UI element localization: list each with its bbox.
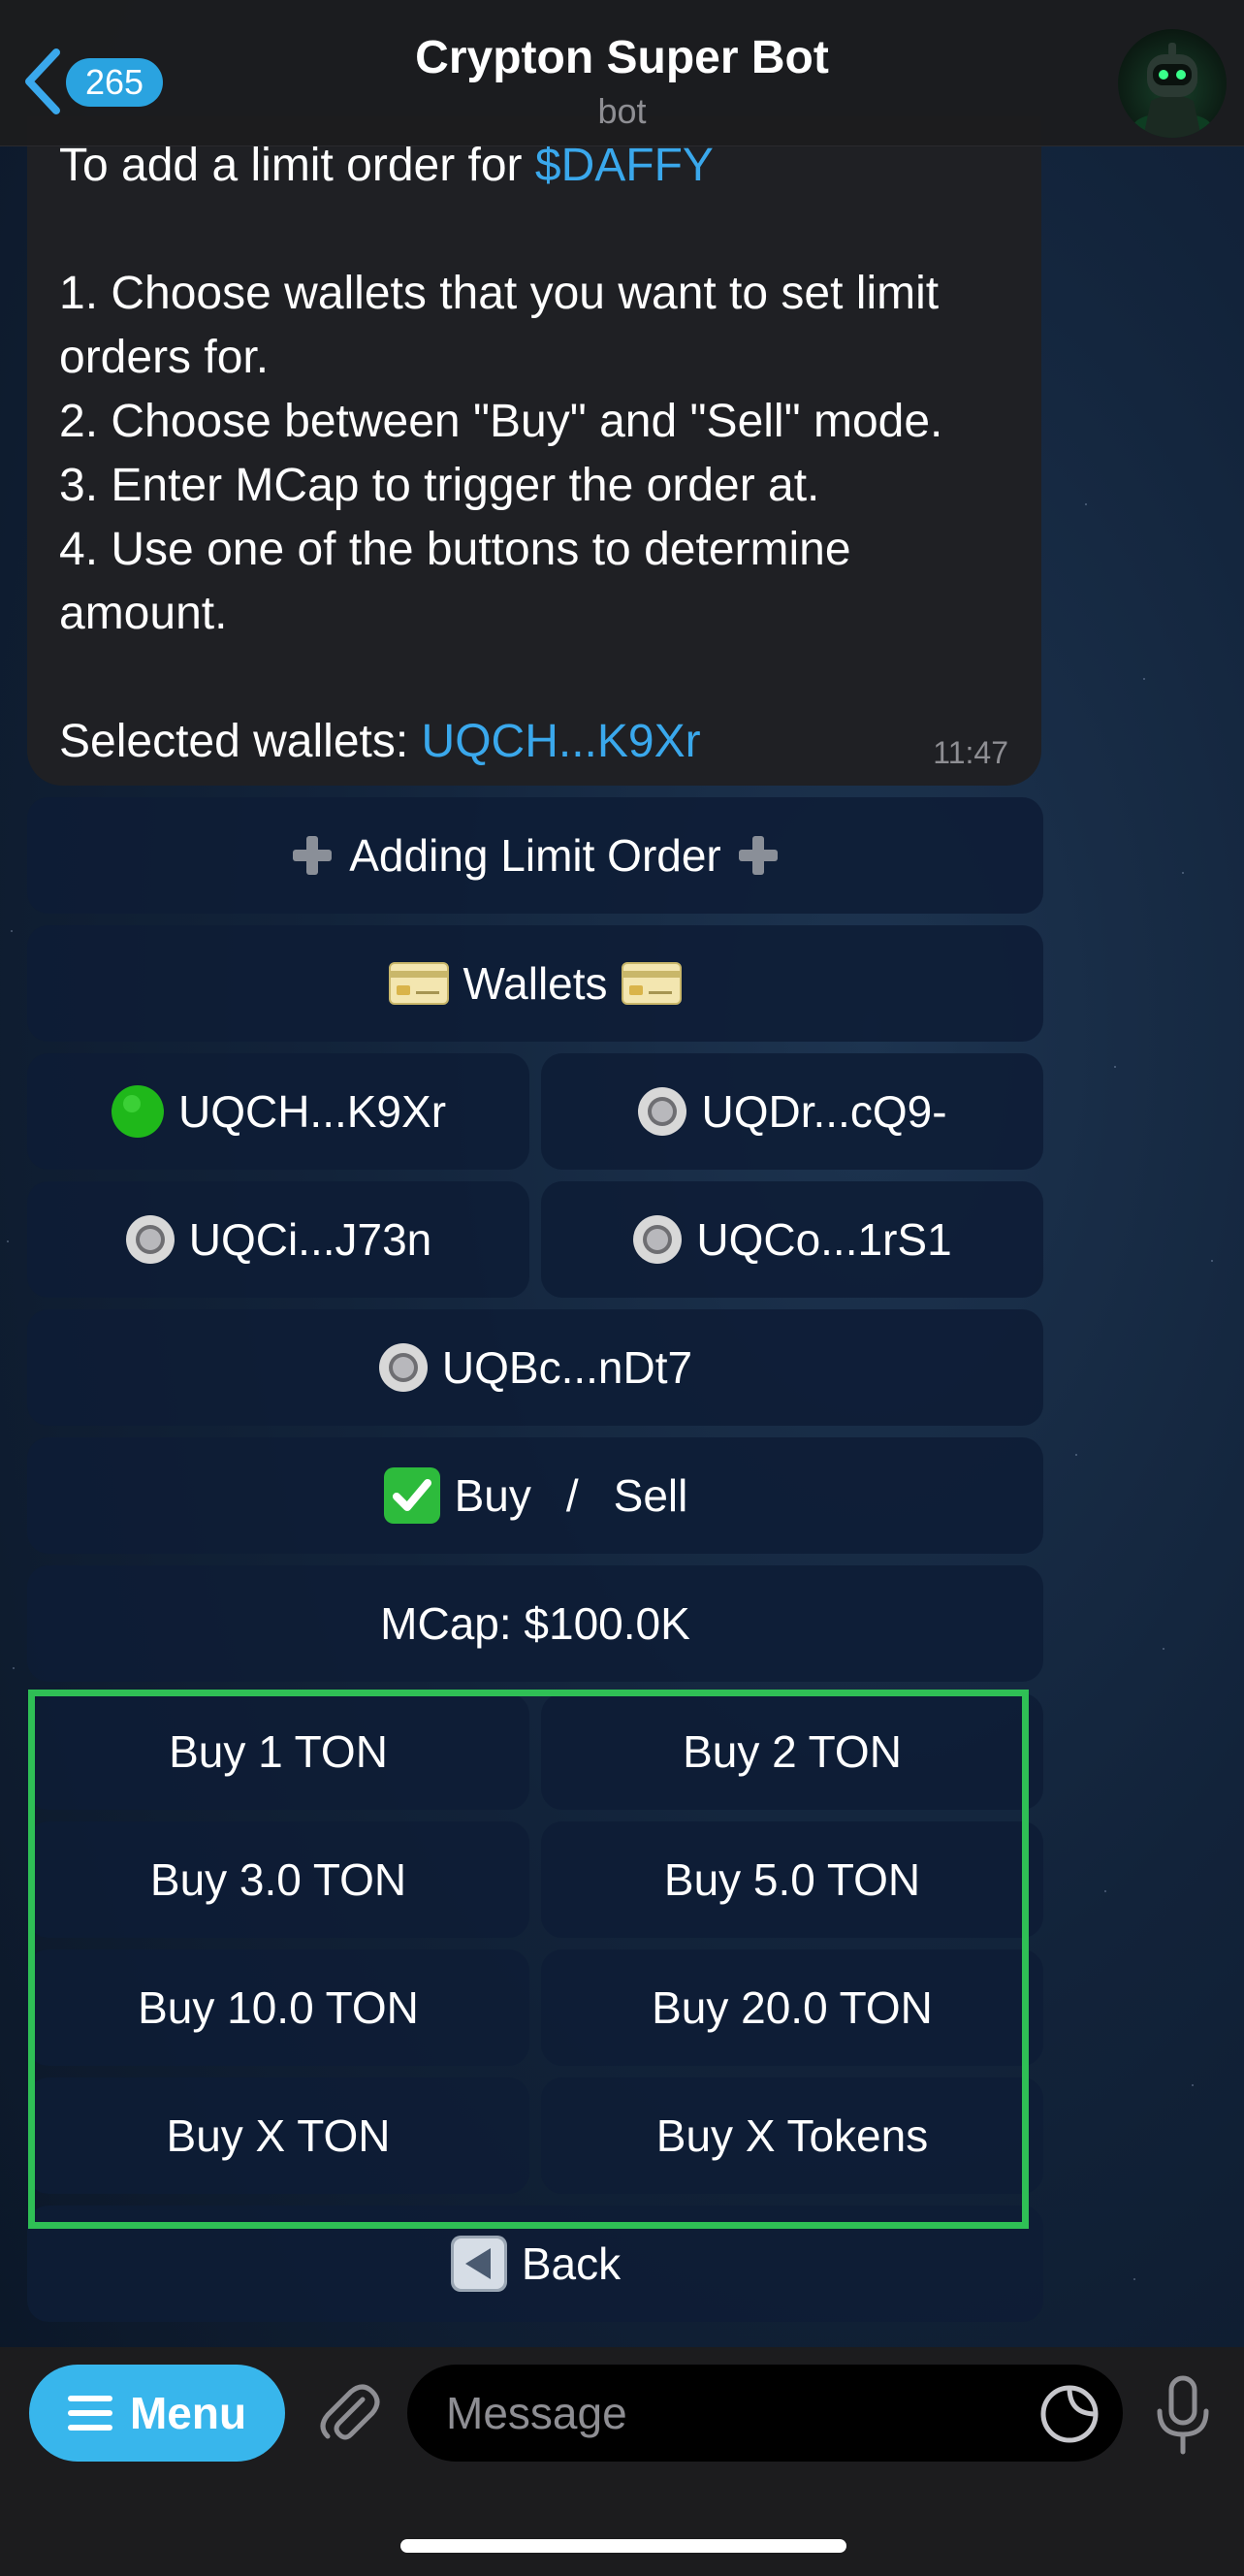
selected-wallets-line: Selected wallets: UQCH...K9Xr: [59, 710, 1010, 774]
buy-amount-button[interactable]: Buy X Tokens: [541, 2077, 1043, 2194]
mcap-label: MCap: $100.0K: [380, 1598, 690, 1649]
buy-amount-label: Buy X Tokens: [655, 2110, 929, 2161]
message-timestamp: 11:47: [933, 735, 1008, 770]
wallet-option-button[interactable]: UQDr...cQ9-: [541, 1053, 1043, 1170]
wallet-option-label: UQCi...J73n: [188, 1214, 432, 1265]
chat-subtitle: bot: [597, 91, 647, 131]
back-label: Back: [521, 2238, 622, 2289]
wallet-option-label: UQBc...nDt7: [441, 1342, 693, 1393]
wallet-option-label: UQCH...K9Xr: [177, 1086, 447, 1137]
sell-mode-label: Sell: [613, 1470, 688, 1521]
wallet-option-button[interactable]: UQCi...J73n: [27, 1181, 529, 1298]
buy-mode-label: Buy: [454, 1470, 531, 1521]
buy-amount-label: Buy X TON: [166, 2110, 391, 2161]
wallet-option-label: UQDr...cQ9-: [701, 1086, 947, 1137]
selected-wallet-link[interactable]: UQCH...K9Xr: [422, 716, 701, 767]
buy-amount-button[interactable]: Buy 10.0 TON: [27, 1949, 529, 2066]
menu-button[interactable]: Menu: [29, 2365, 285, 2462]
message-step-line: amount.: [59, 588, 228, 639]
plus-icon: [289, 832, 335, 879]
menu-label: Menu: [129, 2388, 247, 2438]
credit-card-icon: [621, 962, 682, 1005]
message-step-line: 4. Use one of the buttons to determine: [59, 524, 851, 575]
radio-button-icon: [637, 1086, 687, 1137]
adding-limit-order-label: Adding Limit Order: [349, 830, 721, 881]
back-button[interactable]: Back: [27, 2206, 1043, 2322]
buy-amount-button[interactable]: Buy 3.0 TON: [27, 1821, 529, 1938]
wallet-option-button[interactable]: UQCH...K9Xr: [27, 1053, 529, 1170]
bot-avatar[interactable]: [1118, 29, 1227, 138]
message-input[interactable]: Message: [407, 2365, 1123, 2462]
adding-limit-order-button[interactable]: Adding Limit Order: [27, 797, 1043, 914]
wallets-button[interactable]: Wallets: [27, 925, 1043, 1042]
wallet-option-label: UQCo...1rS1: [696, 1214, 952, 1265]
radio-button-icon: [632, 1214, 683, 1265]
wallet-option-button[interactable]: UQCo...1rS1: [541, 1181, 1043, 1298]
chat-title[interactable]: Crypton Super Bot: [0, 31, 1244, 84]
message-step-line: orders for.: [59, 332, 270, 383]
buy-amount-label: Buy 10.0 TON: [138, 1982, 419, 2033]
buy-amount-label: Buy 2 TON: [683, 1726, 902, 1777]
back-arrow-icon: [450, 2235, 508, 2293]
plus-icon: [735, 832, 781, 879]
message-placeholder: Message: [446, 2388, 627, 2438]
chat-header: 265 Crypton Super Bot bot: [0, 0, 1244, 146]
home-indicator: [400, 2539, 846, 2553]
radio-button-icon: [378, 1342, 429, 1393]
hamburger-icon: [67, 2396, 112, 2431]
radio-button-icon: [125, 1214, 175, 1265]
credit-card-icon: [389, 962, 450, 1005]
buy-sell-toggle-button[interactable]: Buy / Sell: [27, 1437, 1043, 1554]
buy-amount-button[interactable]: Buy 2 TON: [541, 1693, 1043, 1810]
green-circle-icon: [111, 1084, 165, 1139]
message-step-line: 2. Choose between "Buy" and "Sell" mode.: [59, 396, 943, 447]
mcap-button[interactable]: MCap: $100.0K: [27, 1565, 1043, 1682]
buy-amount-label: Buy 3.0 TON: [149, 1854, 407, 1905]
buy-amount-label: Buy 1 TON: [169, 1726, 388, 1777]
selected-wallets-label: Selected wallets:: [59, 716, 422, 767]
token-link[interactable]: $DAFFY: [535, 140, 714, 191]
buy-amount-label: Buy 20.0 TON: [652, 1982, 933, 2033]
message-intro-text: To add a limit order for: [59, 140, 535, 191]
sticker-icon[interactable]: [1039, 2384, 1100, 2444]
check-mark-icon: [383, 1466, 441, 1525]
buy-amount-button[interactable]: Buy 1 TON: [27, 1693, 529, 1810]
bot-message-bubble: To add a limit order for $DAFFY 1. Choos…: [27, 116, 1041, 786]
buy-amount-label: Buy 5.0 TON: [663, 1854, 921, 1905]
message-step-line: 3. Enter MCap to trigger the order at.: [59, 460, 820, 511]
message-step-line: 1. Choose wallets that you want to set l…: [59, 268, 940, 319]
buy-amount-button[interactable]: Buy 5.0 TON: [541, 1821, 1043, 1938]
wallet-option-button[interactable]: UQBc...nDt7: [27, 1309, 1043, 1426]
buy-amount-button[interactable]: Buy X TON: [27, 2077, 529, 2194]
wallets-label: Wallets: [463, 958, 608, 1009]
mode-separator: /: [565, 1470, 579, 1521]
robot-avatar-icon: [1133, 43, 1211, 138]
paperclip-icon[interactable]: [314, 2378, 384, 2448]
buy-amount-button[interactable]: Buy 20.0 TON: [541, 1949, 1043, 2066]
microphone-icon[interactable]: [1152, 2374, 1214, 2456]
